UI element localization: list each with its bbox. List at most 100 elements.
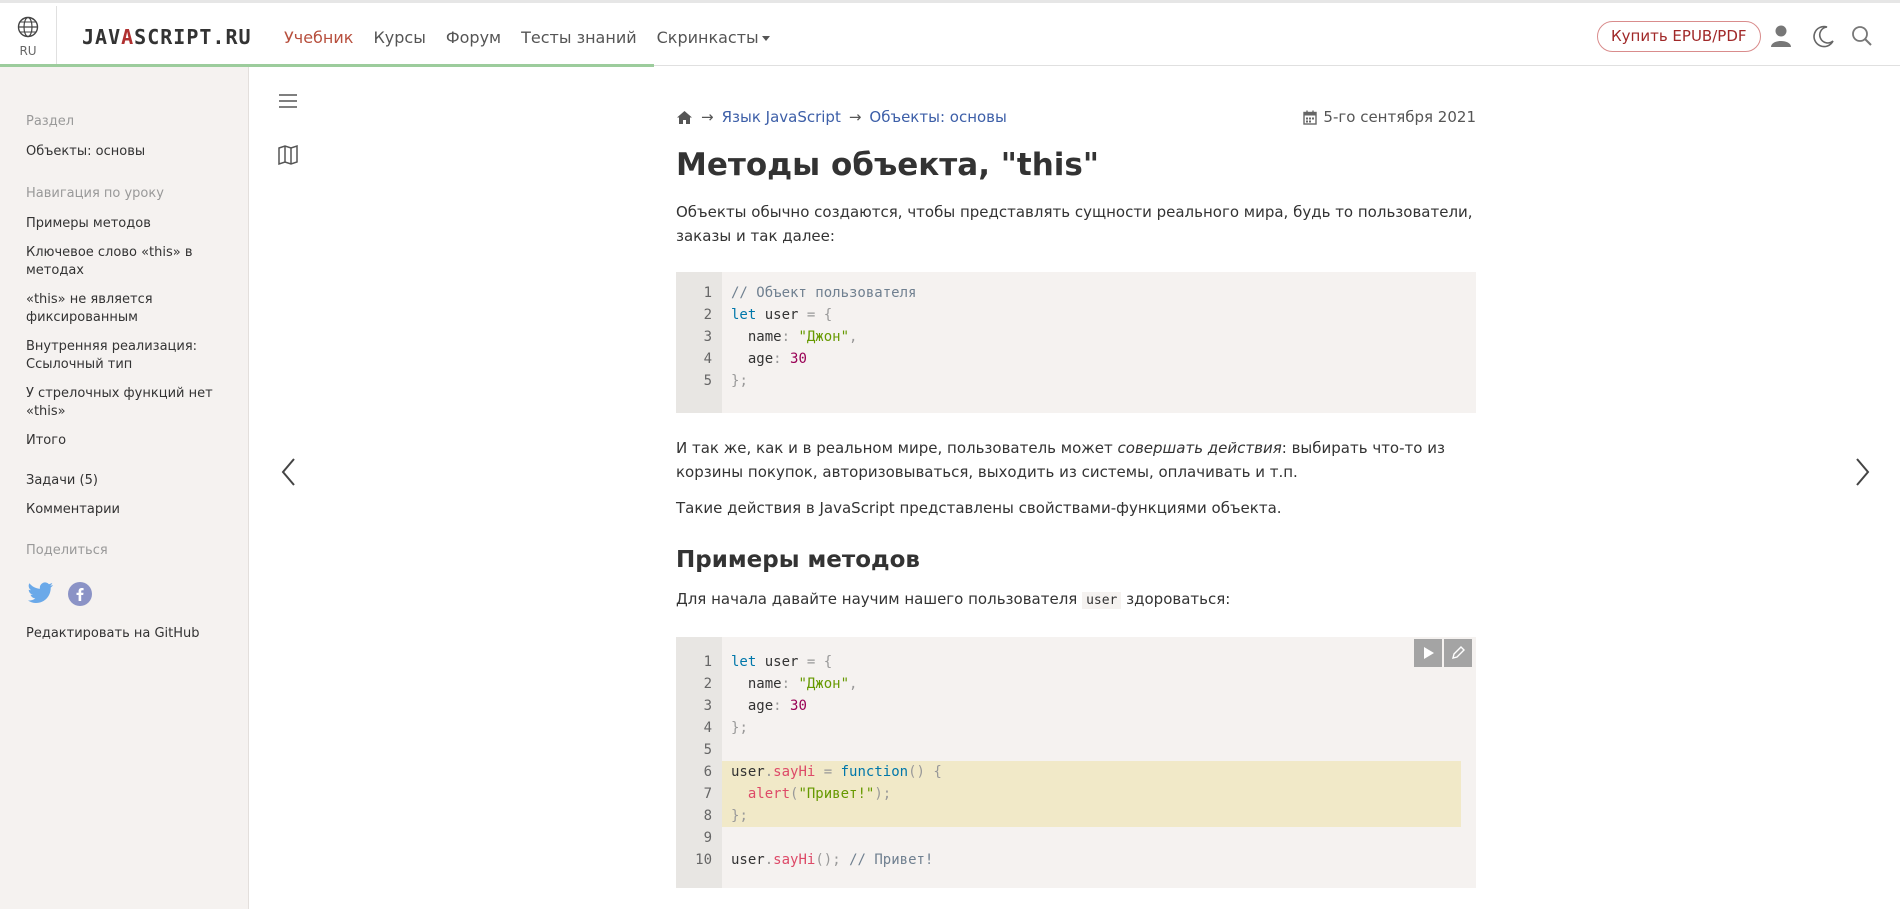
code-line: 2 name: "Джон", <box>676 673 1476 695</box>
code-text: user.sayHi(); // Привет! <box>731 852 934 868</box>
chevron-down-icon <box>761 36 770 41</box>
nav-tests[interactable]: Тесты знаний <box>521 28 636 47</box>
section-heading-method-examples: Примеры методов <box>676 547 920 573</box>
nav-tutorial[interactable]: Учебник <box>284 28 353 47</box>
sidebar: Раздел Объекты: основы Навигация по урок… <box>0 67 249 909</box>
logo-part-2: SCRIPT.RU <box>134 25 252 49</box>
search-icon[interactable] <box>1849 23 1875 49</box>
language-switcher[interactable]: RU <box>0 6 57 66</box>
play-icon <box>1424 647 1434 659</box>
top-bar: RU JAVASCRIPT.RU Учебник Курсы Форум Тес… <box>0 0 1900 66</box>
functions-paragraph: Такие действия в JavaScript представлены… <box>676 499 1282 517</box>
actions-emphasis: совершать действия <box>1117 439 1282 457</box>
intro-paragraph: Объекты обычно создаются, чтобы представ… <box>676 203 1473 245</box>
line-number: 6 <box>703 764 712 780</box>
highlighted-line-background <box>722 805 1461 827</box>
edit-sandbox-button[interactable] <box>1444 639 1472 667</box>
sidebar-item-summary[interactable]: Итого <box>26 432 226 450</box>
sidebar-item-this-keyword[interactable]: Ключевое слово «this» в методах <box>26 244 226 280</box>
line-number: 4 <box>703 720 712 736</box>
sidebar-item-this-not-fixed[interactable]: «this» не является фиксированным <box>26 291 226 327</box>
line-number: 2 <box>703 676 712 692</box>
publish-date-text: 5-го сентября 2021 <box>1323 108 1476 126</box>
edit-on-github-link[interactable]: Редактировать на GitHub <box>26 625 226 643</box>
code-line: 8}; <box>676 805 1476 827</box>
line-number: 5 <box>703 742 712 758</box>
line-number: 8 <box>703 808 712 824</box>
code-line: 3 age: 30 <box>676 695 1476 717</box>
run-button[interactable] <box>1414 639 1442 667</box>
breadcrumb: → Язык JavaScript → Объекты: основы <box>676 108 1007 126</box>
code-text: age: 30 <box>731 698 807 714</box>
pencil-icon <box>1452 646 1465 659</box>
breadcrumb-item-objects[interactable]: Объекты: основы <box>869 108 1006 126</box>
calendar-icon <box>1303 110 1318 125</box>
code-line: 9 <box>676 827 1476 849</box>
buy-epub-pdf-button[interactable]: Купить EPUB/PDF <box>1597 21 1761 52</box>
line-number: 3 <box>703 329 712 345</box>
sidebar-item-arrow-functions[interactable]: У стрелочных функций нет «this» <box>26 385 226 421</box>
code-block-2: 1 let user = {2 name: "Джон", 3 age: 30 4};… <box>676 637 1476 888</box>
code-line: 3 name: "Джон", <box>676 326 1476 348</box>
inline-code-user: user <box>1082 592 1122 609</box>
site-logo[interactable]: JAVASCRIPT.RU <box>82 25 252 49</box>
greeting-text-end: здороваться: <box>1121 590 1231 608</box>
twitter-icon[interactable] <box>28 582 54 604</box>
code-line: 2 let user = { <box>676 304 1476 326</box>
actions-text-start: И так же, как и в реальном мире, пользов… <box>676 439 1118 457</box>
map-icon[interactable] <box>276 143 300 167</box>
language-label: RU <box>19 44 37 58</box>
code-text: }; <box>731 808 748 824</box>
sidebar-section-link[interactable]: Объекты: основы <box>26 143 226 161</box>
line-number: 5 <box>703 373 712 389</box>
code-text: name: "Джон", <box>731 676 858 692</box>
nav-courses[interactable]: Курсы <box>373 28 425 47</box>
sidebar-item-reference-type[interactable]: Внутренняя реализация: Ссылочный тип <box>26 338 226 374</box>
moon-icon[interactable] <box>1811 23 1837 49</box>
code-text: // Объект пользователя <box>731 285 917 301</box>
code-text: let user = { <box>731 307 833 323</box>
actions-paragraph: И так же, как и в реальном мире, пользов… <box>676 436 1476 484</box>
code-line: 5 <box>676 739 1476 761</box>
nav-forum[interactable]: Форум <box>446 28 501 47</box>
code-line: 4}; <box>676 717 1476 739</box>
nav-screencasts[interactable]: Скринкасты <box>657 28 770 47</box>
code-text: age: 30 <box>731 351 807 367</box>
sidebar-nav-heading: Навигация по уроку <box>26 186 164 201</box>
facebook-icon[interactable] <box>68 582 92 606</box>
chevron-right-icon[interactable] <box>1852 456 1872 488</box>
home-icon[interactable] <box>676 110 693 125</box>
breadcrumb-item-js[interactable]: Язык JavaScript <box>722 108 841 126</box>
code-line: 5}; <box>676 370 1476 392</box>
code-line: 4 age: 30 <box>676 348 1476 370</box>
code-line: 7 alert("Привет!"); <box>676 783 1476 805</box>
menu-icon[interactable] <box>276 89 300 113</box>
breadcrumb-separator: → <box>701 108 714 126</box>
sidebar-item-method-examples[interactable]: Примеры методов <box>26 215 226 233</box>
user-icon[interactable] <box>1768 23 1794 49</box>
sidebar-tasks-link[interactable]: Задачи (5) <box>26 472 226 490</box>
code-lines: 1 // Объект пользователя 2 let user = {3 na… <box>676 282 1476 392</box>
sidebar-comments-link[interactable]: Комментарии <box>26 501 226 519</box>
code-line: 1 let user = { <box>676 651 1476 673</box>
code-line: 10 user.sayHi(); // Привет! <box>676 849 1476 871</box>
code-text: name: "Джон", <box>731 329 858 345</box>
line-number: 3 <box>703 698 712 714</box>
sidebar-share-heading: Поделиться <box>26 543 108 558</box>
globe-icon <box>17 16 39 38</box>
code-text: user.sayHi = function() { <box>731 764 942 780</box>
code-block-1: 1 // Объект пользователя 2 let user = {3 na… <box>676 272 1476 413</box>
logo-part-1: JAV <box>82 25 122 49</box>
breadcrumb-separator: → <box>848 108 862 126</box>
code-text: alert("Привет!"); <box>747 786 892 802</box>
code-text: let user = { <box>731 654 833 670</box>
line-number: 10 <box>695 852 712 868</box>
nav-screencasts-label: Скринкасты <box>656 28 759 47</box>
publish-date: 5-го сентября 2021 <box>1303 108 1476 126</box>
line-number: 7 <box>703 786 712 802</box>
code-line: 6 user.sayHi = function() { <box>676 761 1476 783</box>
page-title: Методы объекта, "this" <box>676 147 1100 183</box>
line-number: 1 <box>703 654 712 670</box>
chevron-left-icon[interactable] <box>279 456 299 488</box>
main-nav: Учебник Курсы Форум Тесты знаний Скринка… <box>284 28 770 47</box>
